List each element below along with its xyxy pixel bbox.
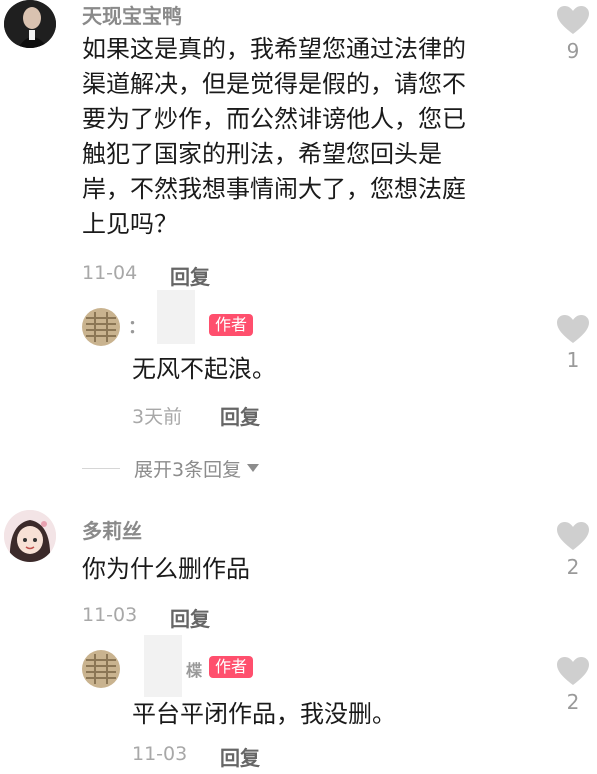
reply-button[interactable]: 回复 bbox=[220, 401, 260, 430]
comment-line: 如果这是真的，我希望您通过法律的 bbox=[82, 35, 466, 63]
comment-line: 触犯了国家的刑法，希望您回头是 bbox=[82, 140, 442, 168]
reply-username[interactable]: 楪 bbox=[186, 657, 202, 681]
divider bbox=[82, 467, 120, 469]
heart-icon bbox=[557, 315, 589, 343]
reply-button[interactable]: 回复 bbox=[170, 261, 210, 290]
comment-line: 要为了炒作，而公然诽谤他人，您已 bbox=[82, 105, 466, 133]
comment-date: 11-03 bbox=[82, 604, 138, 626]
comment-line: 岸，不然我想事情闹大了，您想法庭 bbox=[82, 175, 466, 203]
expand-replies[interactable]: 展开3条回复 bbox=[82, 455, 260, 481]
heart-icon bbox=[557, 6, 589, 34]
avatar[interactable] bbox=[4, 0, 56, 48]
reply-text: 无风不起浪。 bbox=[132, 355, 276, 383]
like-count: 2 bbox=[566, 555, 580, 579]
username[interactable]: 天现宝宝鸭 bbox=[82, 0, 182, 29]
reply-date: 3天前 bbox=[132, 406, 183, 428]
expand-label: 展开3条回复 bbox=[134, 458, 242, 481]
comment-date: 11-04 bbox=[82, 262, 138, 284]
author-badge: 作者 bbox=[209, 656, 254, 678]
comment-text: 你为什么删作品 bbox=[82, 552, 542, 587]
redaction-block bbox=[144, 635, 182, 697]
reply-username[interactable]: ： bbox=[128, 313, 146, 339]
like-count: 9 bbox=[566, 39, 580, 63]
avatar[interactable] bbox=[4, 510, 56, 562]
like-button[interactable]: 1 bbox=[553, 314, 593, 374]
comment-line: 你为什么删作品 bbox=[82, 555, 250, 583]
comment-line: 上见吗？ bbox=[82, 210, 178, 238]
comment-text: 如果这是真的，我希望您通过法律的 渠道解决，但是觉得是假的，请您不 要为了炒作，… bbox=[82, 32, 542, 242]
like-button[interactable]: 2 bbox=[553, 521, 593, 581]
like-count: 1 bbox=[566, 348, 580, 372]
username[interactable]: 多莉丝 bbox=[82, 515, 142, 544]
like-button[interactable]: 9 bbox=[553, 5, 593, 65]
redaction-block bbox=[157, 290, 195, 344]
reply-button[interactable]: 回复 bbox=[170, 603, 210, 632]
reply-text: 平台平闭作品，我没删。 bbox=[132, 700, 396, 728]
like-count: 2 bbox=[566, 690, 580, 714]
comment-line: 渠道解决，但是觉得是假的，请您不 bbox=[82, 70, 466, 98]
reply-button[interactable]: 回复 bbox=[220, 742, 260, 771]
heart-icon bbox=[557, 522, 589, 550]
avatar[interactable] bbox=[82, 308, 120, 346]
heart-icon bbox=[557, 657, 589, 685]
triangle-down-icon bbox=[247, 464, 260, 472]
reply-date: 11-03 bbox=[132, 743, 188, 765]
like-button[interactable]: 2 bbox=[553, 656, 593, 716]
author-badge: 作者 bbox=[209, 314, 254, 336]
avatar[interactable] bbox=[82, 650, 120, 688]
